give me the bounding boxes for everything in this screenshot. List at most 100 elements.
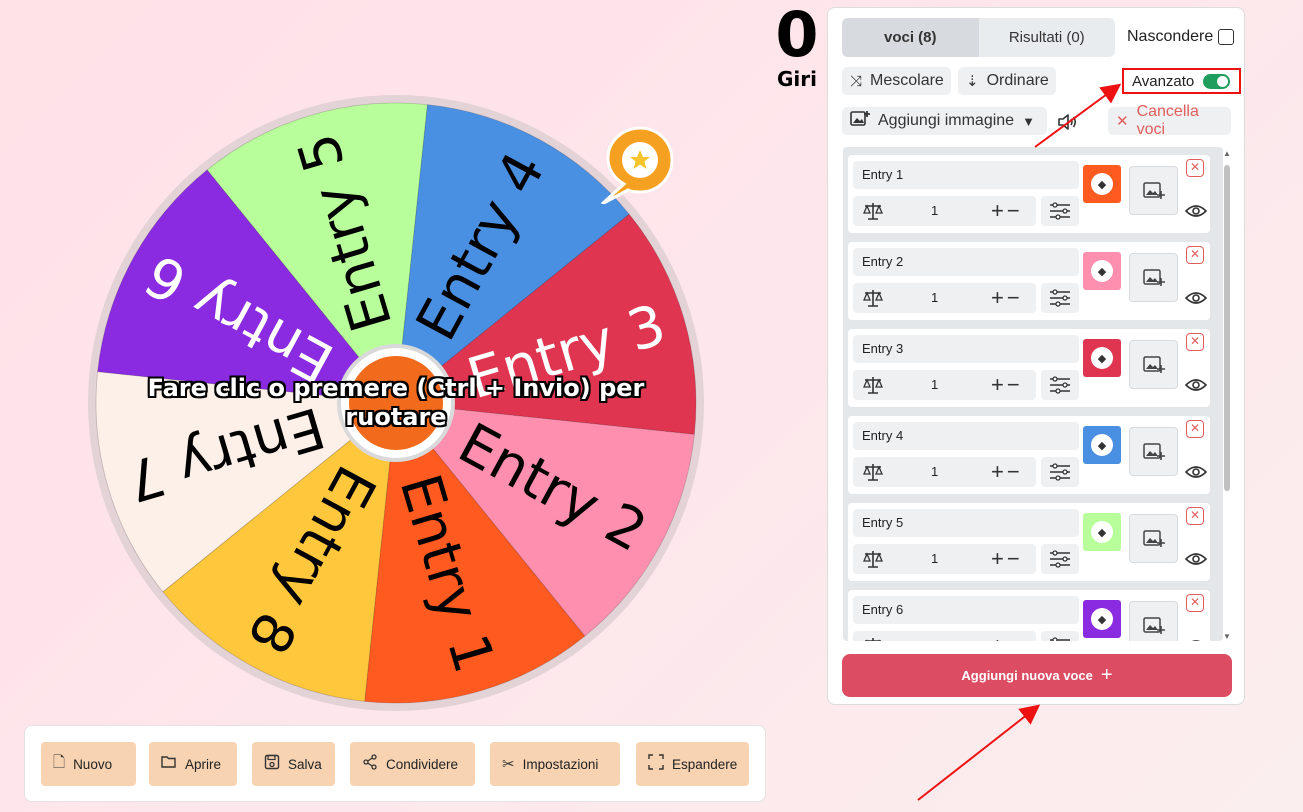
close-icon: ✕	[1116, 113, 1129, 130]
expand-label: Espandere	[672, 756, 738, 772]
entry-weight-value[interactable]: 1	[931, 290, 938, 305]
entry-settings-button[interactable]	[1041, 196, 1079, 226]
eye-icon[interactable]	[1185, 464, 1207, 480]
share-button[interactable]: Condividere	[350, 742, 475, 786]
scroll-up-icon[interactable]: ▲	[1223, 149, 1231, 158]
entry-weight-control: 1 +−	[853, 370, 1036, 400]
sort-button[interactable]: ⇣ Ordinare	[958, 67, 1056, 95]
entry-name-input[interactable]: Entry 5	[853, 509, 1079, 537]
entry-color-button[interactable]: ◆	[1083, 513, 1121, 551]
open-label: Aprire	[185, 756, 222, 772]
open-button[interactable]: Aprire	[149, 742, 237, 786]
entry-image-button[interactable]	[1129, 427, 1178, 476]
entry-weight-value[interactable]: 1	[931, 638, 938, 641]
add-image-icon	[1143, 530, 1165, 547]
hide-toggle[interactable]: Nascondere	[1127, 28, 1235, 46]
entry-row: Entry 5 1 +− ◆ ✕	[848, 503, 1210, 581]
paint-bucket-icon: ◆	[1091, 347, 1113, 369]
weight-scale-icon	[863, 290, 883, 307]
weight-scale-icon	[863, 464, 883, 481]
spin-count-value: 0	[775, 0, 819, 71]
entry-row: Entry 3 1 +− ◆ ✕	[848, 329, 1210, 407]
advanced-toggle[interactable]: Avanzato	[1122, 68, 1241, 94]
entry-settings-button[interactable]	[1041, 544, 1079, 574]
new-button[interactable]: 🗋 Nuovo	[41, 742, 136, 786]
arrow-to-add-entry	[917, 704, 1041, 801]
delete-entry-icon[interactable]: ✕	[1186, 246, 1204, 264]
plus-minus-icon[interactable]: +−	[991, 633, 1023, 641]
sliders-icon	[1050, 289, 1070, 307]
plus-minus-icon[interactable]: +−	[991, 459, 1023, 485]
entry-color-button[interactable]: ◆	[1083, 252, 1121, 290]
eye-icon[interactable]	[1185, 290, 1207, 306]
plus-minus-icon[interactable]: +−	[991, 546, 1023, 572]
advanced-label: Avanzato	[1132, 72, 1195, 90]
delete-entry-icon[interactable]: ✕	[1186, 159, 1204, 177]
entry-image-button[interactable]	[1129, 166, 1178, 215]
eye-icon[interactable]	[1185, 551, 1207, 567]
entries-list: Entry 1 1 +− ◆ ✕ Entry 2 1 +− ◆ ✕ Entry 3 1 +− ◆ ✕ Entr…	[843, 147, 1223, 641]
entry-name-input[interactable]: Entry 3	[853, 335, 1079, 363]
entry-settings-button[interactable]	[1041, 631, 1079, 641]
entry-name-input[interactable]: Entry 2	[853, 248, 1079, 276]
wheel-hub[interactable]	[349, 356, 443, 450]
entry-image-button[interactable]	[1129, 514, 1178, 563]
sliders-icon	[1050, 202, 1070, 220]
delete-entry-icon[interactable]: ✕	[1186, 333, 1204, 351]
entry-weight-value[interactable]: 1	[931, 203, 938, 218]
plus-minus-icon[interactable]: +−	[991, 285, 1023, 311]
tab-results[interactable]: Risultati (0)	[979, 18, 1116, 57]
add-entry-label: Aggiungi nuova voce	[961, 668, 1093, 683]
delete-entry-icon[interactable]: ✕	[1186, 507, 1204, 525]
entry-color-button[interactable]: ◆	[1083, 426, 1121, 464]
entry-image-button[interactable]	[1129, 601, 1178, 641]
shuffle-icon: ⤨	[850, 72, 863, 90]
eye-icon[interactable]	[1185, 377, 1207, 393]
entry-weight-value[interactable]: 1	[931, 551, 938, 566]
delete-entry-icon[interactable]: ✕	[1186, 420, 1204, 438]
delete-entry-icon[interactable]: ✕	[1186, 594, 1204, 612]
entry-row: Entry 4 1 +− ◆ ✕	[848, 416, 1210, 494]
entry-row: Entry 1 1 +− ◆ ✕	[848, 155, 1210, 233]
entry-weight-control: 1 +−	[853, 544, 1036, 574]
save-button[interactable]: Salva	[252, 742, 335, 786]
chevron-down-icon: ▼	[1022, 113, 1035, 129]
scrollbar-thumb[interactable]	[1224, 165, 1230, 491]
advanced-switch[interactable]	[1203, 73, 1231, 89]
scroll-down-icon[interactable]: ▼	[1223, 632, 1231, 641]
eye-icon[interactable]	[1185, 203, 1207, 219]
entry-name-input[interactable]: Entry 6	[853, 596, 1079, 624]
entry-color-button[interactable]: ◆	[1083, 165, 1121, 203]
entry-image-button[interactable]	[1129, 253, 1178, 302]
entry-settings-button[interactable]	[1041, 283, 1079, 313]
entry-image-button[interactable]	[1129, 340, 1178, 389]
entry-color-button[interactable]: ◆	[1083, 339, 1121, 377]
tab-entries[interactable]: voci (8)	[842, 18, 979, 57]
share-icon	[362, 754, 378, 774]
plus-minus-icon[interactable]: +−	[991, 198, 1023, 224]
bottom-toolbar: 🗋 Nuovo Aprire Salva Condividere ✂ Impos…	[24, 725, 766, 802]
expand-button[interactable]: Espandere	[636, 742, 749, 786]
entry-name-input[interactable]: Entry 1	[853, 161, 1079, 189]
settings-button[interactable]: ✂ Impostazioni	[490, 742, 620, 786]
eye-icon[interactable]	[1185, 638, 1207, 641]
plus-icon: +	[1100, 664, 1113, 686]
clear-entries-button[interactable]: ✕ Cancella voci	[1108, 103, 1231, 138]
entry-settings-button[interactable]	[1041, 370, 1079, 400]
entry-weight-value[interactable]: 1	[931, 377, 938, 392]
entry-color-button[interactable]: ◆	[1083, 600, 1121, 638]
sound-icon[interactable]	[1056, 111, 1078, 133]
entry-name-input[interactable]: Entry 4	[853, 422, 1079, 450]
shuffle-button[interactable]: ⤨ Mescolare	[842, 67, 951, 95]
sliders-icon	[1050, 376, 1070, 394]
entries-scrollbar[interactable]: ▲ ▼	[1222, 149, 1232, 641]
add-image-dropdown[interactable]: Aggiungi immagine ▼	[842, 107, 1047, 135]
paint-bucket-icon: ◆	[1091, 260, 1113, 282]
clear-entries-label: Cancella voci	[1136, 103, 1199, 138]
add-entry-button[interactable]: Aggiungi nuova voce +	[842, 654, 1232, 697]
plus-minus-icon[interactable]: +−	[991, 372, 1023, 398]
entry-settings-button[interactable]	[1041, 457, 1079, 487]
hide-checkbox[interactable]	[1218, 29, 1235, 45]
entry-weight-value[interactable]: 1	[931, 464, 938, 479]
paint-bucket-icon: ◆	[1091, 521, 1113, 543]
